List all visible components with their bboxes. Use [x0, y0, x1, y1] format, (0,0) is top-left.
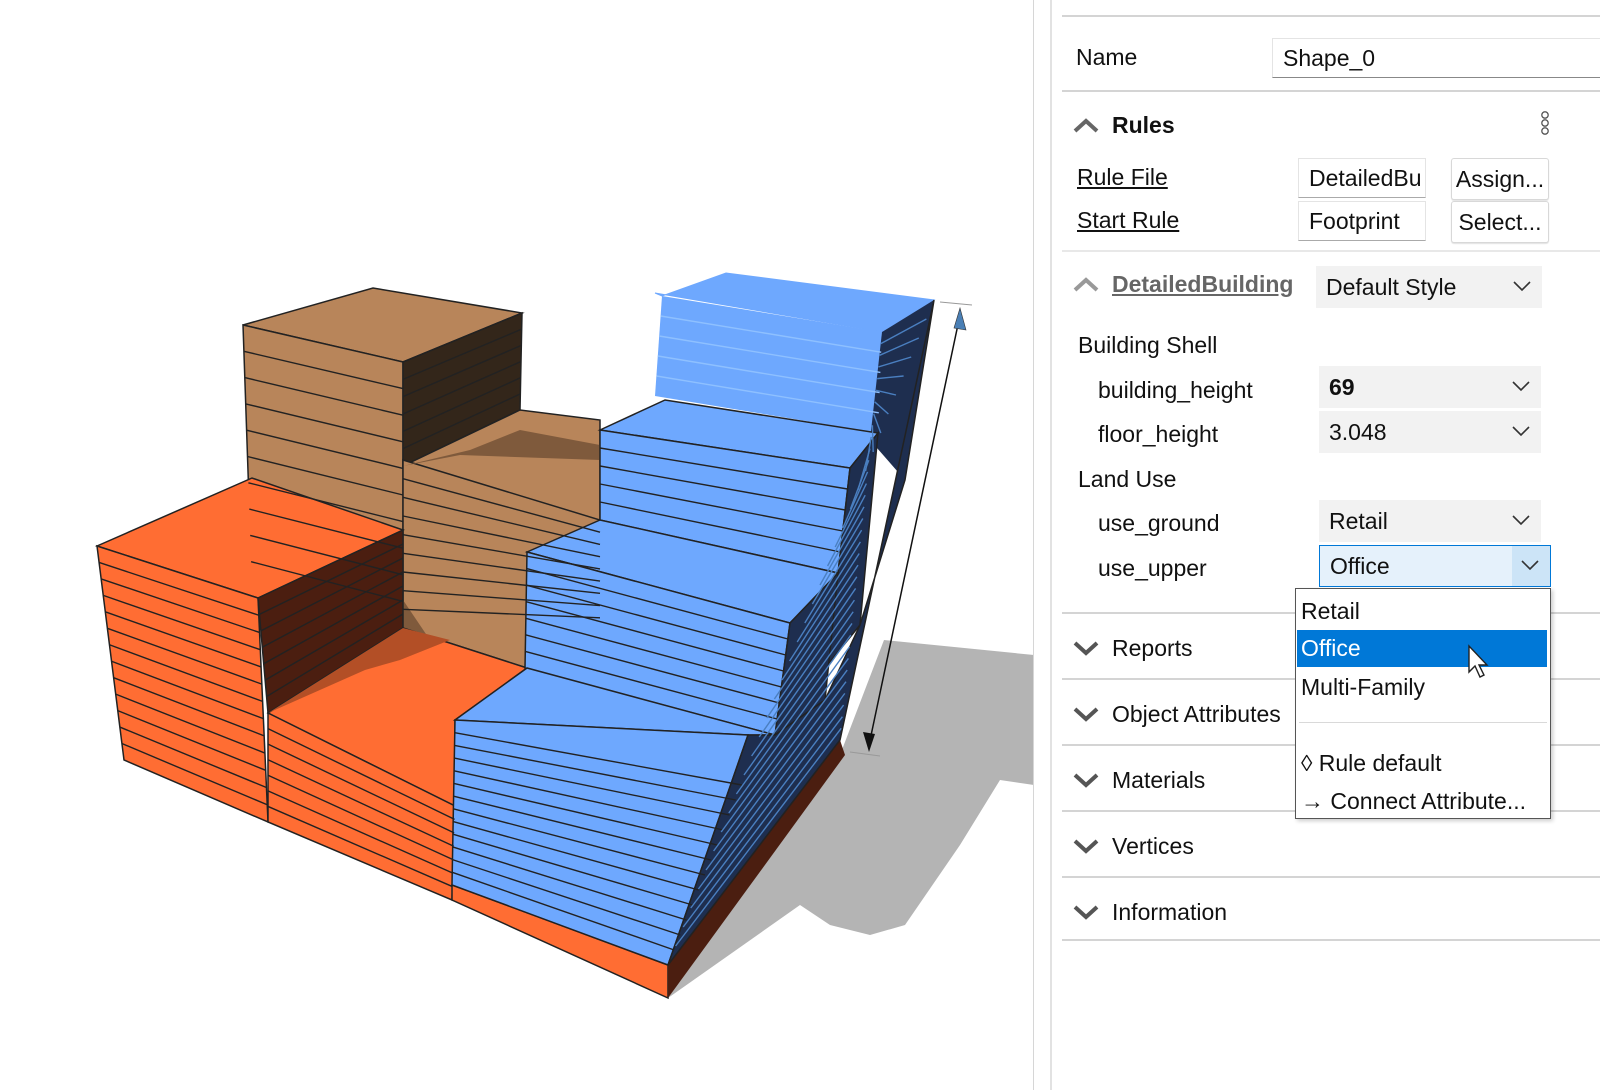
building-height-select[interactable]: 69	[1319, 366, 1541, 408]
option-label: ◊ Rule default	[1301, 750, 1442, 776]
group-label-building-shell: Building Shell	[1078, 332, 1218, 358]
section-object-attributes[interactable]: Object Attributes	[1062, 698, 1281, 730]
chevron-down-icon	[1073, 839, 1099, 854]
option-label: → Connect Attribute...	[1301, 788, 1527, 814]
divider	[1062, 90, 1600, 92]
panel-border	[1050, 0, 1052, 1090]
assign-button-label: Assign...	[1455, 165, 1545, 192]
divider	[1062, 15, 1600, 17]
style-value: Default Style	[1326, 273, 1457, 300]
section-label: Object Attributes	[1112, 700, 1281, 727]
chevron-down-icon	[1512, 381, 1530, 392]
start-rule-field[interactable]: Footprint	[1298, 201, 1426, 241]
rule-file-value: DetailedBu	[1309, 164, 1422, 191]
use-upper-select[interactable]: Office	[1319, 545, 1551, 587]
divider	[1062, 250, 1600, 252]
building-height-value: 69	[1329, 373, 1355, 400]
chevron-down-icon	[1073, 773, 1099, 788]
assign-button[interactable]: Assign...	[1451, 158, 1549, 200]
attr-label-building-height: building_height	[1098, 377, 1253, 403]
chevron-down-icon	[1073, 707, 1099, 722]
section-label: Materials	[1112, 766, 1206, 793]
option-rule-default[interactable]: ◊ Rule default	[1297, 745, 1547, 782]
group-label-land-use: Land Use	[1078, 466, 1177, 492]
option-retail[interactable]: Retail	[1297, 593, 1547, 630]
floor-height-value: 3.048	[1329, 418, 1387, 445]
chevron-down-icon	[1521, 560, 1539, 571]
option-office[interactable]: Office	[1297, 630, 1547, 667]
option-multi-family[interactable]: Multi-Family	[1297, 669, 1547, 706]
select-button-label: Select...	[1458, 208, 1542, 235]
use-upper-dropdown-list: Retail Office Multi-Family ◊ Rule defaul…	[1295, 588, 1551, 819]
section-label: Reports	[1112, 634, 1193, 661]
divider	[1062, 939, 1600, 941]
rules-title: Rules	[1112, 111, 1175, 138]
viewport-divider[interactable]	[1033, 0, 1034, 1090]
chevron-up-icon	[1073, 277, 1099, 292]
start-rule-value: Footprint	[1309, 207, 1400, 234]
section-information[interactable]: Information	[1062, 896, 1227, 928]
use-ground-value: Retail	[1329, 507, 1388, 534]
chevron-down-icon	[1512, 515, 1530, 526]
building-model[interactable]	[0, 0, 1034, 1090]
name-value: Shape_0	[1283, 44, 1376, 71]
attr-label-use-upper: use_upper	[1098, 555, 1207, 581]
attr-label-use-ground: use_ground	[1098, 510, 1220, 536]
floor-line	[871, 425, 874, 453]
divider	[1062, 876, 1600, 878]
inspector-panel: Name Shape_0 Rules Rule File DetailedBu …	[1062, 0, 1600, 1090]
rules-section-header[interactable]: Rules	[1062, 110, 1175, 140]
chevron-down-icon	[1073, 905, 1099, 920]
mouse-cursor-icon	[1468, 644, 1489, 678]
option-label: Retail	[1301, 598, 1360, 624]
chevron-down-icon	[1512, 426, 1530, 437]
rule-file-link[interactable]: Rule File	[1077, 164, 1168, 191]
style-select[interactable]: Default Style	[1316, 266, 1542, 308]
rule-attributes-section-header[interactable]: DetailedBuilding	[1062, 268, 1304, 300]
section-materials[interactable]: Materials	[1062, 764, 1205, 796]
chevron-up-icon	[1073, 118, 1099, 133]
name-input[interactable]: Shape_0	[1272, 38, 1600, 78]
name-label: Name	[1076, 44, 1138, 70]
option-label: Office	[1301, 635, 1361, 661]
section-label: Vertices	[1112, 832, 1194, 859]
section-reports[interactable]: Reports	[1062, 632, 1193, 664]
more-options-icon[interactable]	[1538, 110, 1552, 138]
3d-viewport[interactable]	[0, 0, 1034, 1090]
section-label: Information	[1112, 898, 1228, 925]
dropdown-separator	[1299, 722, 1547, 723]
attr-label-floor-height: floor_height	[1098, 421, 1219, 447]
rule-name-link[interactable]: DetailedBuilding	[1112, 271, 1304, 298]
use-ground-select[interactable]: Retail	[1319, 500, 1541, 542]
option-connect-attribute[interactable]: → Connect Attribute...	[1297, 783, 1547, 820]
rule-file-field[interactable]: DetailedBu	[1298, 158, 1426, 198]
chevron-down-icon	[1513, 281, 1531, 292]
option-label: Multi-Family	[1301, 674, 1425, 700]
use-upper-value: Office	[1330, 552, 1390, 579]
select-button[interactable]: Select...	[1451, 201, 1549, 243]
section-vertices[interactable]: Vertices	[1062, 830, 1194, 862]
start-rule-link[interactable]: Start Rule	[1077, 207, 1179, 234]
floor-height-select[interactable]: 3.048	[1319, 411, 1541, 453]
chevron-down-icon	[1073, 641, 1099, 656]
